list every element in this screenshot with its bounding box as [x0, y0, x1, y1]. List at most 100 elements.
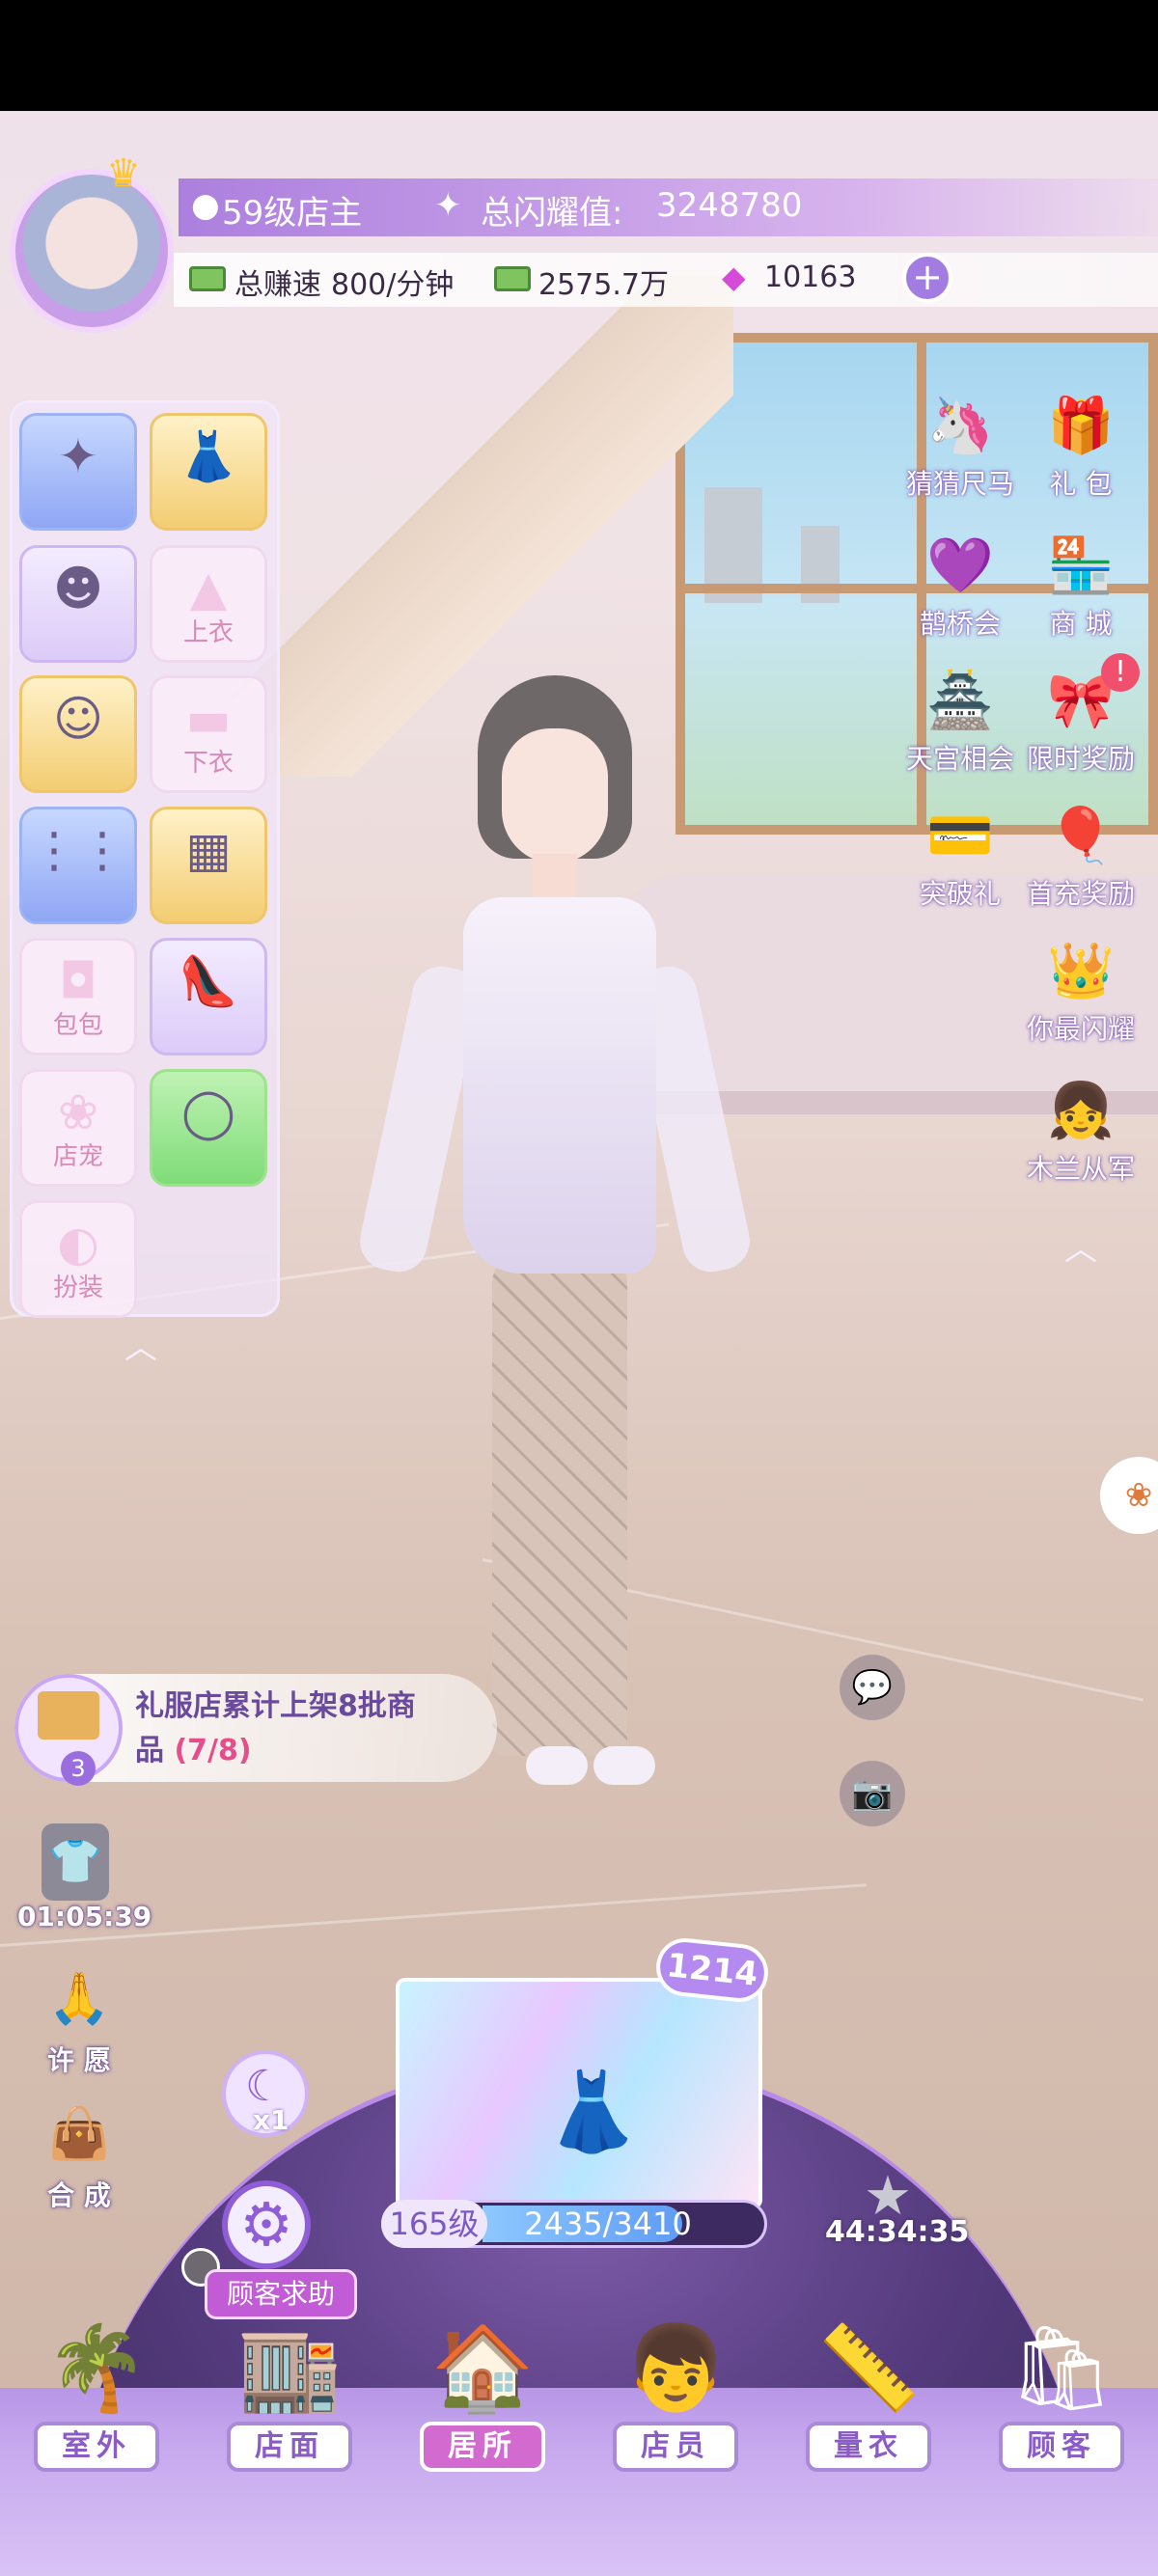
slot-wand[interactable]: ✦	[19, 413, 137, 531]
nav-measure-label: 量衣	[806, 2422, 931, 2472]
collapse-wardrobe-button[interactable]: ︿	[114, 1331, 168, 1364]
wish-button[interactable]: 🙏 许 愿	[21, 1959, 137, 2078]
package-icon	[38, 1691, 99, 1740]
timer-text: 01:05:39	[17, 1901, 152, 1932]
collapse-right-icons-button[interactable]: ︿	[1054, 1233, 1108, 1266]
guess-size-button[interactable]: 🦄 猜猜尺马	[897, 386, 1023, 502]
shopping-bag-icon: 🛍	[1008, 2320, 1115, 2417]
gift-pack-button[interactable]: 🎁 礼 包	[1018, 386, 1144, 502]
wish-label: 许 愿	[47, 2044, 111, 2076]
bottom-nav	[0, 2388, 1158, 2576]
task-count: 3	[61, 1751, 96, 1786]
gift-box-button[interactable]: 👗	[396, 1978, 762, 2209]
earring-icon: ⋮⋮	[30, 822, 126, 878]
slot-bottom[interactable]: ▬ 下衣	[150, 675, 267, 793]
camera-button[interactable]: 📷	[840, 1761, 905, 1826]
task-banner[interactable]: 3 礼服店累计上架8批商 品 (7/8)	[14, 1674, 497, 1786]
face-icon: ☺	[52, 691, 104, 747]
mask-icon: ◐	[57, 1216, 99, 1272]
cash-icon	[189, 266, 226, 291]
nav-outdoor-label: 室外	[34, 2422, 159, 2472]
slot-costume[interactable]: ◐ 扮装	[19, 1200, 137, 1318]
hair-icon: ☻	[52, 561, 104, 617]
synthesis-label: 合 成	[47, 2179, 111, 2211]
synthesis-button[interactable]: 👜 合 成	[21, 2094, 137, 2213]
cash-value: 2575.7万	[538, 268, 669, 302]
bottom-icon: ▬	[185, 691, 232, 747]
nav-customer-label: 顾客	[999, 2422, 1124, 2472]
potion-button[interactable]: ☾ x1	[222, 2050, 309, 2137]
gem-value: 10163	[764, 260, 857, 294]
mulan-label: 木兰从军	[1026, 1153, 1135, 1185]
slot-shoes[interactable]: 👠	[150, 938, 267, 1055]
slot-hair[interactable]: ☻	[19, 545, 137, 663]
you-shine-label: 你最闪耀	[1026, 1013, 1135, 1045]
nav-residence[interactable]: 🏠 居所	[410, 2316, 555, 2480]
mall-label: 商 城	[1049, 608, 1113, 640]
customer-help-label[interactable]: 顾客求助	[205, 2269, 357, 2319]
potion-count: x1	[253, 2104, 290, 2136]
earn-value: 800/分钟	[331, 268, 455, 302]
heaven-meet-label: 天宫相会	[905, 743, 1014, 775]
breakthrough-gift-button[interactable]: 💳 突破礼	[897, 796, 1023, 912]
slot-pet-label: 店宠	[52, 1142, 103, 1171]
wand-icon: ✦	[58, 428, 98, 484]
slot-bottom-label: 下衣	[182, 749, 234, 778]
nav-measure[interactable]: 📏 量衣	[796, 2316, 941, 2480]
storefront-icon: 🏬	[237, 2320, 342, 2417]
gift-pack-label: 礼 包	[1049, 468, 1113, 500]
nav-storefront[interactable]: 🏬 店面	[217, 2316, 362, 2480]
chat-button[interactable]: 💬	[840, 1655, 905, 1720]
top-icon: ▲	[189, 561, 228, 617]
slot-pet[interactable]: ❀ 店宠	[19, 1069, 137, 1187]
nav-staff[interactable]: 👦 店员	[603, 2316, 748, 2480]
card-icon: 💳	[926, 805, 994, 867]
slot-bracelet[interactable]: ◯	[150, 1069, 267, 1187]
dress-icon: 👗	[544, 2067, 641, 2156]
dress-icon: 👗	[178, 428, 239, 484]
shop-icon: 🏪	[1047, 534, 1115, 597]
magpie-bridge-button[interactable]: 💜 鹊桥会	[897, 526, 1023, 642]
nav-storefront-label: 店面	[227, 2422, 352, 2472]
palm-tree-icon: 🌴	[44, 2320, 149, 2417]
add-currency-button[interactable]: +	[902, 253, 952, 303]
slot-earring[interactable]: ⋮⋮	[19, 807, 137, 924]
slot-stockings[interactable]: ▦	[150, 807, 267, 924]
limited-reward-button[interactable]: 🎀 ! 限时奖励	[1018, 653, 1144, 777]
customer-help-button[interactable]: ⚙	[222, 2180, 311, 2269]
you-shine-button[interactable]: 👑 你最闪耀	[1018, 931, 1144, 1047]
slot-bag[interactable]: ◘ 包包	[19, 938, 137, 1055]
slot-face[interactable]: ☺	[19, 675, 137, 793]
status-bar	[0, 0, 1158, 111]
nav-residence-label: 居所	[420, 2422, 545, 2472]
shine-label: 总闪耀值:	[481, 194, 623, 233]
task-text-line1: 礼服店累计上架8批商	[135, 1689, 416, 1723]
bracelet-icon: ◯	[181, 1084, 235, 1140]
nav-staff-label: 店员	[613, 2422, 738, 2472]
first-recharge-button[interactable]: 🎈 首充奖励	[1018, 796, 1144, 912]
task-text-line2: 品 (7/8)	[135, 1726, 252, 1768]
phone-shirt-icon: 👕	[41, 1823, 109, 1901]
slot-bag-label: 包包	[52, 1011, 103, 1040]
measuring-tape-icon: 📏	[816, 2320, 921, 2417]
nav-customer[interactable]: 🛍 顾客	[989, 2316, 1134, 2480]
sparkle-icon: ✦	[434, 186, 462, 225]
stockings-icon: ▦	[185, 822, 232, 878]
mall-button[interactable]: 🏪 商 城	[1018, 526, 1144, 642]
nav-outdoor[interactable]: 🌴 室外	[24, 2316, 169, 2480]
mulan-button[interactable]: 👧 木兰从军	[1018, 1071, 1144, 1187]
heaven-meet-button[interactable]: 🏯 天宫相会	[897, 661, 1023, 777]
chat-icon: 💬	[851, 1668, 894, 1707]
timer-item[interactable]: 👕 01:05:39	[17, 1823, 152, 1932]
crown-icon: ♛	[106, 151, 141, 196]
slot-dress[interactable]: 👗	[150, 413, 267, 531]
crown-icon: 👑	[1047, 940, 1115, 1002]
praying-hands-icon: 🙏	[47, 1970, 111, 2028]
alert-badge-icon: !	[1101, 653, 1140, 692]
level-progress-text: 2435/3410	[524, 2206, 692, 2242]
task-text-prefix: 品	[135, 1734, 175, 1768]
player-avatar[interactable]	[10, 169, 174, 333]
slot-top[interactable]: ▲ 上衣	[150, 545, 267, 663]
star-timer: 44:34:35	[825, 2215, 970, 2249]
earn-label: 总赚速	[234, 268, 321, 302]
